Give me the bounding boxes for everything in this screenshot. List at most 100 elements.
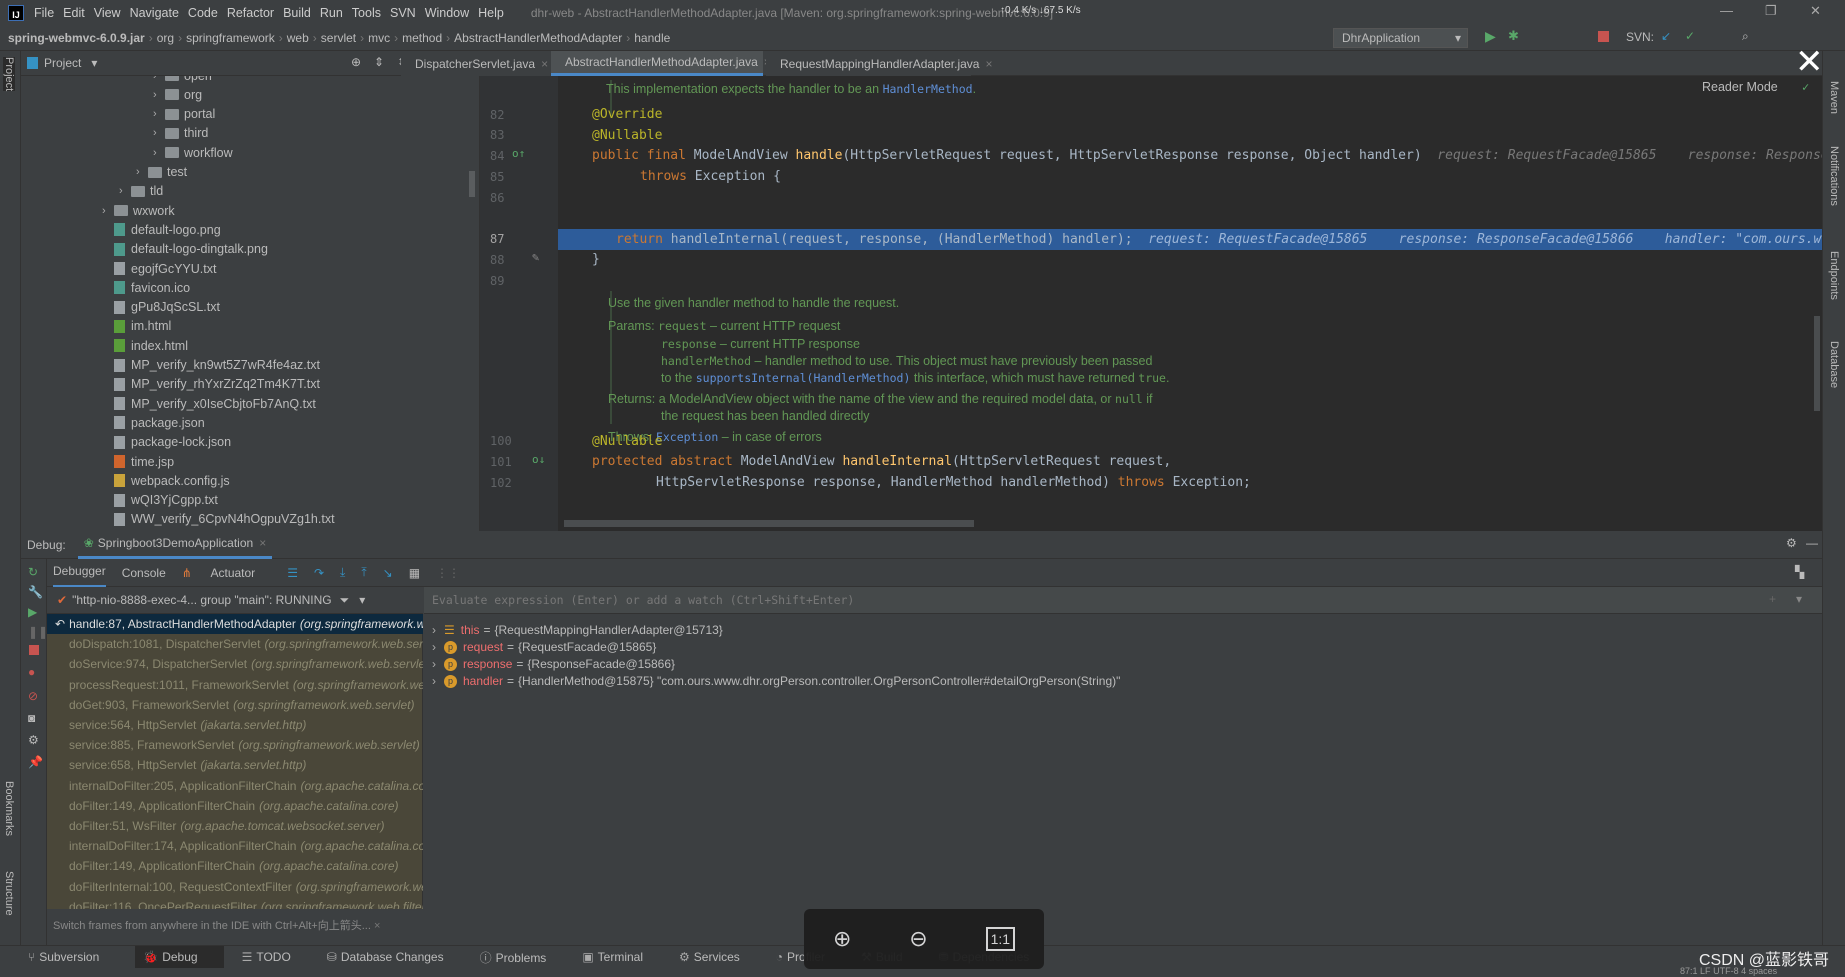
database-tool-tab[interactable]: Database	[1828, 341, 1840, 388]
close-tab-icon[interactable]: ×	[985, 57, 992, 71]
stack-frame[interactable]: internalDoFilter:205, ApplicationFilterC…	[47, 776, 423, 796]
editor-horizontal-scrollbar[interactable]	[564, 520, 974, 527]
breadcrumb-item[interactable]: AbstractHandlerMethodAdapter	[454, 31, 622, 45]
stack-frame[interactable]: doFilter:51, WsFilter (org.apache.tomcat.…	[47, 816, 423, 836]
tool-terminal[interactable]: ▣ Terminal	[582, 950, 661, 964]
chevron-right-icon[interactable]: ›	[432, 640, 436, 654]
pause-icon[interactable]: ❚❚	[28, 625, 48, 639]
code-editor[interactable]: Reader Mode ✓ This implementation expect…	[480, 76, 1822, 531]
tree-item[interactable]: default-logo.png	[102, 220, 221, 239]
tree-item[interactable]: webpack.config.js	[102, 471, 230, 490]
watch-menu-icon[interactable]: ▾	[1796, 592, 1802, 606]
tool-database-changes[interactable]: ⛁ Database Changes	[327, 950, 462, 964]
close-session-icon[interactable]: ×	[259, 536, 266, 550]
tree-item[interactable]: › portal	[153, 105, 215, 124]
tool-subversion[interactable]: ⑂ Subversion	[28, 950, 117, 964]
stack-frame[interactable]: doFilterInternal:100, RequestContextFilt…	[47, 877, 423, 897]
tree-item[interactable]: package.json	[102, 413, 205, 432]
tree-item[interactable]: favicon.ico	[102, 278, 190, 297]
tree-item[interactable]: › tld	[119, 182, 163, 201]
tree-item[interactable]: › test	[136, 163, 187, 182]
debug-icon[interactable]: ✱	[1508, 28, 1519, 44]
chevron-right-icon[interactable]: ›	[119, 185, 131, 197]
tree-item[interactable]: › wxwork	[102, 201, 175, 220]
pin-icon[interactable]: 📌	[28, 755, 43, 769]
tab-console[interactable]: Console	[122, 566, 166, 580]
breadcrumb-item[interactable]: mvc	[368, 31, 390, 45]
stack-frame[interactable]: ↶ handle:87, AbstractHandlerMethodAdapter…	[47, 614, 423, 634]
actual-size-button[interactable]: 1:1	[985, 927, 1016, 951]
tree-item[interactable]: egojfGcYYU.txt	[102, 259, 216, 278]
step-over-icon[interactable]: ↷	[314, 566, 324, 580]
debug-session-tab[interactable]: ❀ Springboot3DemoApplication ×	[77, 530, 273, 559]
chevron-right-icon[interactable]: ›	[153, 108, 165, 120]
exception-link[interactable]: Exception	[656, 430, 718, 444]
endpoints-tool-tab[interactable]: Endpoints	[1828, 251, 1840, 300]
viewer-close-icon[interactable]: ✕	[1795, 42, 1824, 82]
chevron-right-icon[interactable]: ›	[153, 89, 165, 101]
stack-frame[interactable]: service:658, HttpServlet (jakarta.servlet…	[47, 755, 423, 775]
run-to-cursor-icon[interactable]: ↘	[383, 566, 393, 580]
camera-icon[interactable]: ◙	[28, 711, 39, 725]
menu-help[interactable]: Help	[478, 6, 504, 20]
maven-tool-tab[interactable]: Maven	[1828, 81, 1840, 114]
evaluate-expression-input[interactable]: Evaluate expression (Enter) or add a wat…	[424, 587, 1822, 614]
project-tool-tab[interactable]: Project	[3, 57, 15, 92]
breadcrumb-item[interactable]: org	[157, 31, 174, 45]
tool-todo[interactable]: ☰ TODO	[242, 950, 309, 964]
rerun-icon[interactable]: ↻	[28, 565, 39, 579]
inspection-ok-icon[interactable]: ✓	[1802, 80, 1809, 94]
trace-icon[interactable]: ⋮⋮	[436, 566, 460, 580]
stack-frame[interactable]: service:564, HttpServlet (jakarta.servlet…	[47, 715, 423, 735]
tab-dispatcherservlet[interactable]: DispatcherServlet.java ×	[401, 51, 551, 76]
svn-update-icon[interactable]: ↙	[1661, 29, 1671, 43]
stack-frame[interactable]: doFilter:149, ApplicationFilterChain (org…	[47, 856, 423, 876]
tree-item[interactable]: › workflow	[153, 143, 233, 162]
menu-view[interactable]: View	[94, 6, 121, 20]
tree-scrollbar[interactable]	[469, 171, 475, 197]
structure-tool-tab[interactable]: Structure	[3, 871, 15, 916]
notifications-tool-tab[interactable]: Notifications	[1828, 146, 1840, 206]
tree-item[interactable]: MP_verify_kn9wt5Z7wR4fe4az.txt	[102, 356, 320, 375]
tool-problems[interactable]: ⓘ Problems	[480, 949, 565, 966]
tab-abstracthandlermethodadapter[interactable]: AbstractHandlerMethodAdapter.java×	[551, 51, 771, 76]
layout-menu-icon[interactable]: ☰	[287, 566, 298, 580]
locate-icon[interactable]: ⊕	[351, 55, 361, 69]
run-config-select[interactable]: DhrApplication ▾	[1333, 28, 1468, 48]
step-into-icon[interactable]: ⤓	[340, 565, 345, 580]
settings-icon[interactable]: ⚙	[1786, 536, 1797, 550]
variable-row[interactable]: › p handler = {HandlerMethod@15875} "com.our…	[432, 671, 1120, 691]
view-breakpoints-icon[interactable]: ●	[28, 665, 39, 679]
modify-config-icon[interactable]: 🔧	[28, 585, 43, 599]
breadcrumb-item[interactable]: web	[287, 31, 309, 45]
close-tab-icon[interactable]: ×	[541, 57, 548, 71]
tree-item[interactable]: im.html	[102, 317, 171, 336]
bookmarks-tool-tab[interactable]: Bookmarks	[3, 781, 15, 836]
tree-item[interactable]: wQI3YjCgpp.txt	[102, 491, 218, 510]
add-watch-icon[interactable]: +	[1769, 592, 1776, 606]
tree-item[interactable]: › third	[153, 124, 208, 143]
stack-frame[interactable]: processRequest:1011, FrameworkServlet (or…	[47, 675, 423, 695]
tree-item[interactable]: MP_verify_x0IseCbjtoFb7AnQ.txt	[102, 394, 316, 413]
tree-item[interactable]: default-logo-dingtalk.png	[102, 240, 268, 259]
breadcrumb-item[interactable]: handle	[634, 31, 670, 45]
tree-item[interactable]: WW_verify_6CpvN4hOgpuVZg1h.txt	[102, 510, 335, 529]
zoom-out-button[interactable]: ⊖	[909, 926, 927, 952]
edit-doc-icon[interactable]: ✎	[532, 250, 539, 264]
override-gutter-icon[interactable]: o↑	[512, 147, 525, 160]
restore-layout-icon[interactable]: ▚	[1795, 565, 1804, 579]
implemented-gutter-icon[interactable]: o↓	[532, 453, 545, 466]
thread-selector[interactable]: ✔ "http-nio-8888-exec-4... group "main": …	[47, 587, 423, 614]
stack-frame[interactable]: internalDoFilter:174, ApplicationFilterC…	[47, 836, 423, 856]
stack-frame[interactable]: doDispatch:1081, DispatcherServlet (org.s…	[47, 634, 423, 654]
minimize-button[interactable]: —	[1720, 3, 1733, 18]
chevron-right-icon[interactable]: ›	[432, 657, 436, 671]
tree-item[interactable]: package-lock.json	[102, 433, 231, 452]
stack-frame[interactable]: service:885, FrameworkServlet (org.spring…	[47, 735, 423, 755]
supportsinternal-link[interactable]: supportsInternal(HandlerMethod)	[696, 371, 911, 385]
stop-icon[interactable]	[1598, 31, 1609, 42]
tree-item[interactable]: index.html	[102, 336, 188, 355]
stack-frame[interactable]: doFilter:149, ApplicationFilterChain (org…	[47, 796, 423, 816]
run-icon[interactable]: ▶	[1485, 28, 1496, 45]
svn-commit-icon[interactable]: ✓	[1685, 29, 1695, 43]
